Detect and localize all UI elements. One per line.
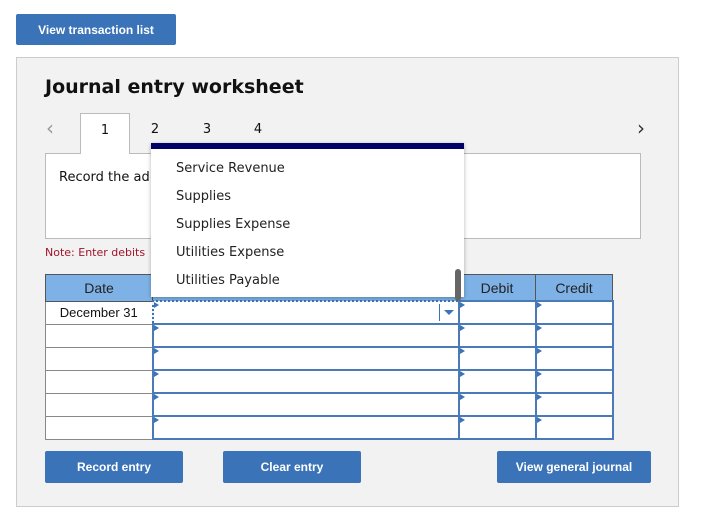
credit-input[interactable] — [534, 300, 614, 325]
debit-input[interactable] — [457, 369, 537, 394]
option-utilities-payable[interactable]: Utilities Payable — [151, 266, 464, 294]
chevron-right-icon[interactable]: › — [637, 116, 645, 140]
option-utilities-expense[interactable]: Utilities Expense — [151, 238, 464, 266]
debit-input[interactable] — [457, 300, 537, 325]
date-cell — [45, 323, 153, 348]
date-cell — [45, 346, 153, 371]
instruction-text: Record the ad — [59, 170, 150, 185]
option-supplies[interactable]: Supplies — [151, 182, 464, 210]
debit-input[interactable] — [457, 346, 537, 371]
chevron-left-icon[interactable]: ‹ — [46, 116, 54, 140]
account-select[interactable] — [151, 392, 460, 417]
record-entry-button[interactable]: Record entry — [45, 451, 183, 483]
table-row — [45, 415, 614, 440]
clear-entry-button[interactable]: Clear entry — [223, 451, 361, 483]
tab-label: 1 — [100, 123, 110, 138]
dropdown-arrow-icon[interactable] — [443, 310, 454, 315]
debit-header: Debit — [458, 274, 536, 302]
credit-input[interactable] — [534, 323, 614, 348]
tab-1[interactable]: 1 — [80, 113, 130, 154]
date-cell — [45, 369, 153, 394]
account-select[interactable] — [151, 369, 460, 394]
journal-table: Date Debit Credit December 31 — [45, 274, 614, 440]
credit-input[interactable] — [534, 415, 614, 440]
debit-input[interactable] — [457, 323, 537, 348]
table-row — [45, 346, 614, 371]
debit-input[interactable] — [457, 392, 537, 417]
credit-input[interactable] — [534, 392, 614, 417]
debit-input[interactable] — [457, 415, 537, 440]
table-row — [45, 392, 614, 417]
date-cell: December 31 — [45, 300, 153, 325]
account-select[interactable] — [151, 346, 460, 371]
view-transaction-list-button[interactable]: View transaction list — [16, 14, 176, 45]
option-service-revenue[interactable]: Service Revenue — [151, 154, 464, 182]
credit-header: Credit — [535, 274, 613, 302]
account-dropdown-list: Service Revenue Supplies Supplies Expens… — [151, 143, 464, 301]
date-cell — [45, 392, 153, 417]
dropdown-scrollbar[interactable] — [455, 269, 461, 301]
table-row: December 31 — [45, 300, 614, 325]
date-cell — [45, 415, 153, 440]
credit-input[interactable] — [534, 369, 614, 394]
view-general-journal-button[interactable]: View general journal — [497, 451, 651, 483]
page-title: Journal entry worksheet — [45, 76, 304, 98]
table-row — [45, 369, 614, 394]
date-header: Date — [45, 274, 153, 302]
account-select[interactable] — [151, 415, 460, 440]
table-row — [45, 323, 614, 348]
option-supplies-expense[interactable]: Supplies Expense — [151, 210, 464, 238]
credit-input[interactable] — [534, 346, 614, 371]
note-text: Note: Enter debits — [45, 246, 146, 259]
account-select[interactable] — [151, 300, 460, 325]
account-select[interactable] — [151, 323, 460, 348]
